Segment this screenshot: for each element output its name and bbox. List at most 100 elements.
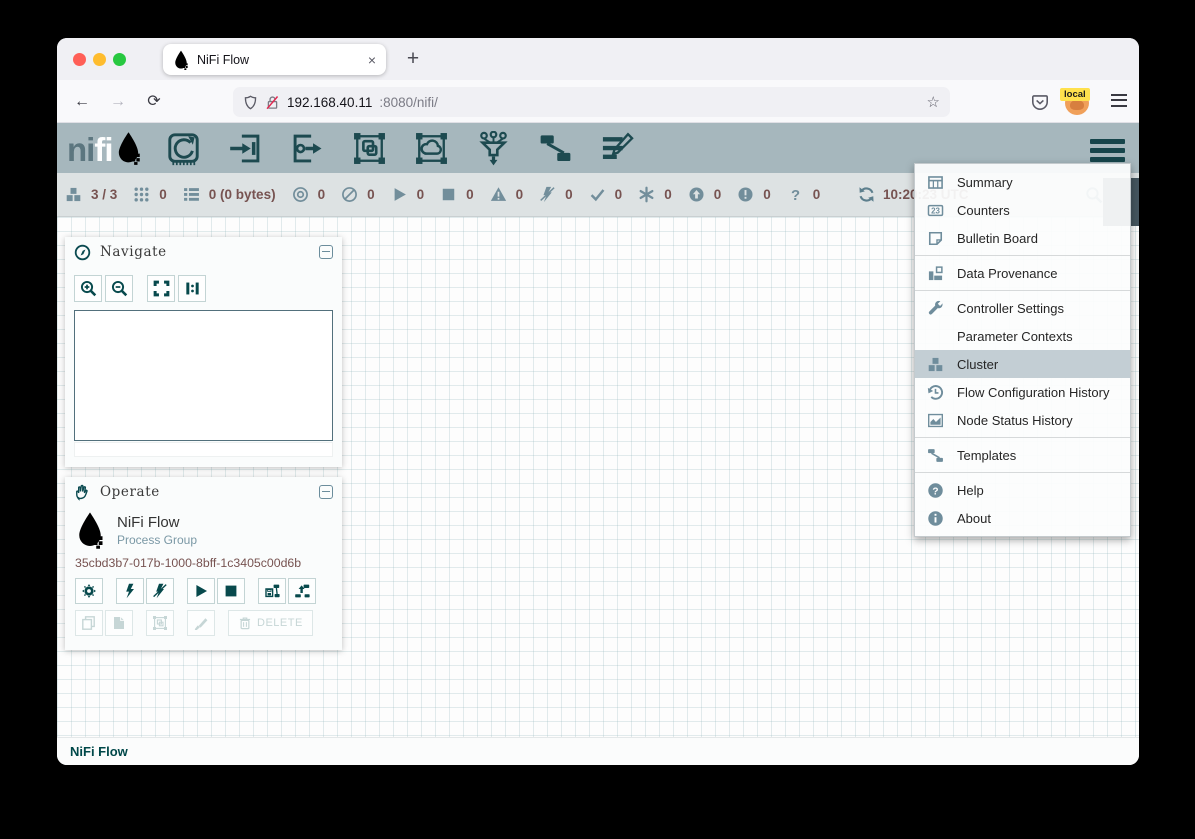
menu-item-about[interactable]: About: [915, 504, 1130, 532]
stop-button[interactable]: [217, 578, 245, 604]
process-group-component-icon[interactable]: [352, 131, 387, 166]
url-bar[interactable]: 192.168.40.11:8080/nifi/ ☆: [233, 87, 950, 117]
menu-item-help[interactable]: Help: [915, 476, 1130, 504]
remote-process-group-component-icon[interactable]: [414, 131, 449, 166]
status-locally-modified: 0: [638, 186, 672, 203]
template-component-icon[interactable]: [538, 131, 573, 166]
menu-item-counters[interactable]: Counters: [915, 196, 1130, 224]
configuration-button[interactable]: [75, 578, 103, 604]
disable-button[interactable]: [146, 578, 174, 604]
threads-icon: [133, 186, 150, 203]
enable-button[interactable]: [116, 578, 144, 604]
nifi-favicon: [173, 50, 189, 70]
label-component-icon[interactable]: [600, 131, 635, 166]
gear-icon: [81, 583, 97, 599]
processor-component-icon[interactable]: [166, 131, 201, 166]
asterisk-icon: [638, 186, 655, 203]
menu-item-templates[interactable]: Templates: [915, 441, 1130, 469]
menu-item-bulletin-board[interactable]: Bulletin Board: [915, 224, 1130, 252]
zoom-in-button[interactable]: [74, 275, 102, 302]
paste-button[interactable]: [105, 610, 133, 636]
status-stopped: 0: [440, 186, 474, 203]
status-invalid: 0: [490, 186, 524, 203]
birdseye-minimap[interactable]: [74, 310, 333, 441]
macos-maximize-button[interactable]: [113, 53, 126, 66]
paste-icon: [111, 615, 127, 631]
nifi-drop-logo: [115, 131, 142, 165]
stop-icon: [223, 583, 239, 599]
tab-close-icon[interactable]: ×: [368, 52, 376, 68]
summary-table-icon: [927, 174, 944, 191]
output-port-component-icon[interactable]: [290, 131, 325, 166]
group-button[interactable]: [146, 610, 174, 636]
funnel-component-icon[interactable]: [476, 131, 511, 166]
refresh-icon[interactable]: [858, 186, 875, 203]
menu-item-parameter-contexts[interactable]: Parameter Contexts: [915, 322, 1130, 350]
help-circle-icon: [927, 482, 944, 499]
status-active-threads: 0: [133, 186, 167, 203]
group-icon: [152, 615, 168, 631]
selected-flow-type: Process Group: [117, 533, 197, 547]
zoom-actual-size-button[interactable]: [178, 275, 206, 302]
menu-item-data-provenance[interactable]: Data Provenance: [915, 259, 1130, 287]
macos-close-button[interactable]: [73, 53, 86, 66]
status-up-to-date: 0: [589, 186, 623, 203]
menu-separator: [915, 290, 1130, 291]
templates-icon: [927, 447, 944, 464]
new-tab-button[interactable]: +: [399, 46, 427, 74]
browser-tab[interactable]: NiFi Flow ×: [163, 44, 386, 75]
fit-icon: [153, 280, 170, 297]
reload-button[interactable]: ⟳: [141, 89, 167, 115]
running-icon: [391, 186, 408, 203]
global-menu-dropdown: Summary Counters Bulletin Board Data Pro…: [914, 163, 1131, 537]
compass-icon: [74, 244, 91, 261]
save-template-button[interactable]: [258, 578, 286, 604]
menu-item-flow-configuration-history[interactable]: Flow Configuration History: [915, 378, 1130, 406]
copy-button[interactable]: [75, 610, 103, 636]
collapse-navigate-icon[interactable]: [319, 245, 333, 259]
zoom-fit-button[interactable]: [147, 275, 175, 302]
status-sync-failure: 0: [787, 186, 821, 203]
start-button[interactable]: [187, 578, 215, 604]
not-transmitting-icon: [341, 186, 358, 203]
bookmark-star-icon[interactable]: ☆: [927, 93, 940, 111]
navigate-panel: Navigate: [65, 237, 342, 467]
macos-minimize-button[interactable]: [93, 53, 106, 66]
operate-panel-title: Operate: [100, 484, 310, 500]
stopped-icon: [440, 186, 457, 203]
pocket-icon[interactable]: [1031, 93, 1049, 111]
paint-brush-icon: [193, 615, 209, 631]
menu-item-summary[interactable]: Summary: [915, 168, 1130, 196]
zoom-in-icon: [80, 280, 97, 297]
menu-item-controller-settings[interactable]: Controller Settings: [915, 294, 1130, 322]
upload-template-button[interactable]: [288, 578, 316, 604]
forward-button[interactable]: →: [105, 89, 131, 115]
insecure-lock-icon[interactable]: [265, 95, 280, 110]
status-not-transmitting: 0: [341, 186, 375, 203]
change-color-button[interactable]: [187, 610, 215, 636]
input-port-component-icon[interactable]: [228, 131, 263, 166]
back-button[interactable]: ←: [69, 89, 95, 115]
breadcrumb-root[interactable]: NiFi Flow: [70, 744, 128, 759]
bolt-icon: [122, 583, 138, 599]
breadcrumb: NiFi Flow: [57, 737, 1139, 765]
hand-pointer-icon: [74, 484, 91, 501]
collapse-operate-icon[interactable]: [319, 485, 333, 499]
bolt-slash-icon: [152, 583, 168, 599]
menu-item-cluster[interactable]: Cluster: [915, 350, 1130, 378]
menu-separator: [915, 255, 1130, 256]
wrench-icon: [927, 300, 944, 317]
firefox-menu-icon[interactable]: [1111, 94, 1127, 108]
nifi-logo: nifi: [67, 131, 142, 165]
arrow-up-circle-icon: [688, 186, 705, 203]
delete-button[interactable]: DELETE: [228, 610, 313, 636]
zoom-out-button[interactable]: [105, 275, 133, 302]
bolt-slash-icon: [539, 186, 556, 203]
tracking-shield-icon[interactable]: [243, 95, 258, 110]
global-menu-button[interactable]: [1090, 139, 1125, 162]
menu-item-node-status-history[interactable]: Node Status History: [915, 406, 1130, 434]
status-transmitting: 0: [292, 186, 326, 203]
status-running: 0: [391, 186, 425, 203]
queue-icon: [183, 186, 200, 203]
bulletin-board-icon: [927, 230, 944, 247]
